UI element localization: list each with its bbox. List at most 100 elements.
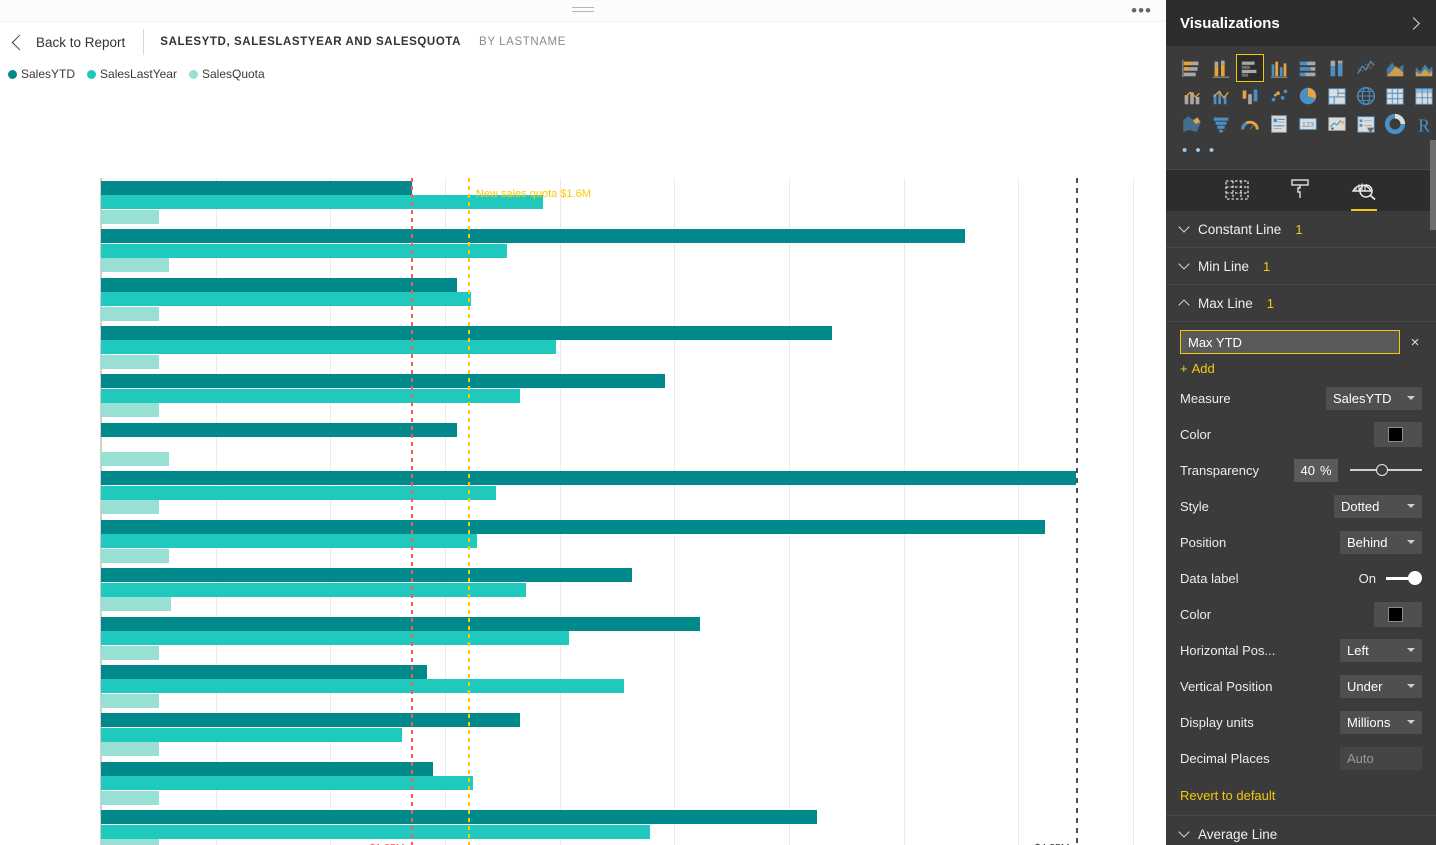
bar-salesquota[interactable] [101,354,160,369]
label-color-picker[interactable] [1374,601,1422,627]
bar-salesquota[interactable] [101,839,160,845]
max-line-name-input[interactable] [1180,330,1400,354]
bar-salesytd[interactable] [101,568,632,583]
chart-category-row[interactable]: Valdez [101,711,1145,759]
chart-category-row[interactable]: Ansman-Wolfe [101,178,1145,226]
viz-type-gauge-chart[interactable] [1236,110,1264,138]
bar-saleslastyear[interactable] [101,243,508,258]
chart-category-row[interactable]: Mensa-Annan [101,420,1145,468]
bar-saleslastyear[interactable] [101,485,497,500]
legend-item-salesytd[interactable]: SalesYTD [8,67,75,81]
viz-type-treemap[interactable] [1323,82,1351,110]
viz-type-line-and-stacked-column-chart[interactable] [1178,82,1206,110]
viz-type-table[interactable] [1381,82,1409,110]
bar-salesytd[interactable] [101,810,817,825]
legend-item-salesquota[interactable]: SalesQuota [188,67,265,81]
bar-saleslastyear[interactable] [101,388,521,403]
viz-type-multi-row-card[interactable] [1265,110,1293,138]
bar-salesquota[interactable] [101,645,160,660]
bar-salesytd[interactable] [101,471,1076,486]
bar-saleslastyear[interactable] [101,727,402,742]
viz-type-clustered-bar-chart[interactable] [1236,54,1264,82]
bar-saleslastyear[interactable] [101,824,651,839]
bar-salesytd[interactable] [101,519,1046,534]
bar-salesquota[interactable] [101,597,172,612]
bar-salesytd[interactable] [101,374,665,389]
bar-salesquota[interactable] [101,500,160,515]
line-color-picker[interactable] [1374,421,1422,447]
section-max-line[interactable]: Max Line 1 [1166,285,1436,322]
bar-salesquota[interactable] [101,306,160,321]
bar-saleslastyear[interactable] [101,534,477,549]
bar-salesytd[interactable] [101,616,701,631]
viz-type-card[interactable]: 123 [1294,110,1322,138]
bar-salesytd[interactable] [101,325,832,340]
plot-area[interactable]: $0.0M$0.5M$1.0M$1.5M$2.0M$2.5M$3.0M$3.5M… [101,178,1145,845]
viz-type-kpi[interactable] [1323,110,1351,138]
panel-scrollbar[interactable] [1430,140,1436,230]
horizontal-position-select[interactable]: Left [1340,638,1422,662]
bar-salesquota[interactable] [101,693,160,708]
chevron-right-icon[interactable] [1407,16,1420,30]
viz-type-slicer[interactable] [1352,110,1380,138]
bar-salesytd[interactable] [101,761,434,776]
reference-line-min-line[interactable] [410,178,413,845]
reference-line-constant-line[interactable] [467,178,470,845]
bar-salesytd[interactable] [101,277,457,292]
position-select[interactable]: Behind [1340,530,1422,554]
bar-chart[interactable]: $0.0M$0.5M$1.0M$1.5M$2.0M$2.5M$3.0M$3.5M… [0,85,1166,845]
bar-salesquota[interactable] [101,209,160,224]
bar-saleslastyear[interactable] [101,582,526,597]
viz-type-stacked-bar-chart[interactable] [1178,54,1206,82]
transparency-input[interactable]: 40 % [1294,458,1338,482]
drag-handle-icon[interactable] [572,7,594,12]
chart-category-row[interactable]: Pak [101,517,1145,565]
chart-category-row[interactable]: Vargas [101,759,1145,807]
bar-salesytd[interactable] [101,713,521,728]
legend-item-saleslastyear[interactable]: SalesLastYear [87,67,177,81]
viz-type-map[interactable] [1352,82,1380,110]
bar-saleslastyear[interactable] [101,631,569,646]
viz-type-hundred-percent-stacked-bar-chart[interactable] [1294,54,1322,82]
chart-category-row[interactable]: Carson [101,323,1145,371]
chart-category-row[interactable]: Saraiva [101,614,1145,662]
bar-salesquota[interactable] [101,451,170,466]
chart-category-row[interactable]: Blythe [101,226,1145,274]
back-to-report-button[interactable]: Back to Report [11,34,125,50]
section-min-line[interactable]: Min Line 1 [1166,248,1436,285]
viz-type-filled-map[interactable] [1178,110,1206,138]
data-label-toggle[interactable] [1386,571,1422,585]
slider-knob[interactable] [1376,464,1388,476]
bar-salesytd[interactable] [101,422,457,437]
bar-saleslastyear[interactable] [101,679,624,694]
viz-type-scatter-chart[interactable] [1265,82,1293,110]
section-average-line[interactable]: Average Line [1166,816,1436,845]
viz-type-clustered-column-chart[interactable] [1265,54,1293,82]
bar-salesytd[interactable] [101,664,428,679]
tab-format[interactable] [1289,178,1311,211]
decimal-places-input[interactable]: Auto [1340,746,1422,770]
bar-salesquota[interactable] [101,742,160,757]
reference-line-max-line[interactable] [1075,178,1078,845]
bar-saleslastyear[interactable] [101,292,471,307]
tab-analytics[interactable] [1351,178,1377,211]
add-max-line-button[interactable]: + Add [1180,361,1422,376]
display-units-select[interactable]: Millions [1340,710,1422,734]
bar-salesytd[interactable] [101,180,412,195]
chart-category-row[interactable]: Tsoflias [101,662,1145,710]
viz-type-hundred-percent-stacked-column-chart[interactable] [1323,54,1351,82]
bar-saleslastyear[interactable] [101,340,556,355]
vertical-position-select[interactable]: Under [1340,674,1422,698]
chart-category-row[interactable]: Mitchell [101,469,1145,517]
measure-select[interactable]: SalesYTD [1326,386,1422,410]
viz-type-funnel-chart[interactable] [1207,110,1235,138]
viz-type-pie-chart[interactable] [1294,82,1322,110]
more-visuals-icon[interactable]: • • • [1178,138,1426,165]
viz-type-matrix[interactable] [1410,82,1436,110]
more-options-icon[interactable]: ••• [1131,2,1152,19]
chart-category-row[interactable]: Varkey Chudukatil [101,808,1145,845]
bar-saleslastyear[interactable] [101,776,473,791]
style-select[interactable]: Dotted [1334,494,1422,518]
bar-salesquota[interactable] [101,548,170,563]
bar-salesquota[interactable] [101,258,170,273]
